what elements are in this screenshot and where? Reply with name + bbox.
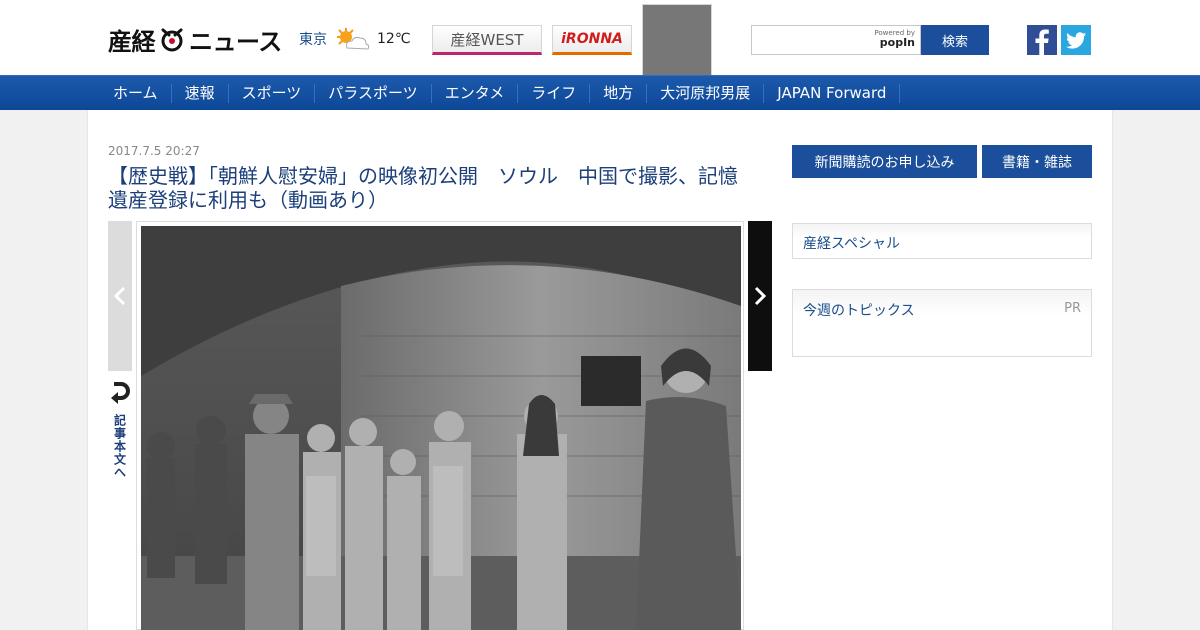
logo-mark-icon	[157, 26, 187, 52]
chevron-right-icon	[754, 286, 766, 306]
search-button[interactable]: 検索	[921, 25, 989, 55]
chevron-left-icon	[114, 286, 126, 306]
tab-sankei-west[interactable]: 産経WEST	[432, 25, 542, 55]
pr-badge: PR	[1064, 301, 1081, 316]
article-date: 2017.7.5 20:27	[108, 144, 200, 158]
article-title: 【歴史戦】「朝鮮人慰安婦」の映像初公開 ソウル 中国で撮影、記憶遺産登録に利用も…	[108, 164, 738, 212]
nav-item-entertainment[interactable]: エンタメ	[432, 84, 519, 103]
nav-item-exhibition[interactable]: 大河原邦男展	[647, 84, 765, 103]
subscribe-button[interactable]: 新聞購読のお申し込み	[792, 145, 977, 178]
weather-widget[interactable]: 東京 12℃	[299, 26, 411, 52]
logo-text-right: ニュース	[189, 27, 282, 56]
popin-logo: popIn	[879, 36, 915, 49]
main-nav: ホーム 速報 スポーツ パラスポーツ エンタメ ライフ 地方 大河原邦男展 JA…	[0, 75, 1200, 110]
twitter-icon[interactable]	[1061, 25, 1091, 55]
nav-item-life[interactable]: ライフ	[518, 84, 591, 103]
books-button[interactable]: 書籍・雑誌	[982, 145, 1092, 178]
nav-item-home[interactable]: ホーム	[100, 84, 172, 103]
nav-items: ホーム 速報 スポーツ パラスポーツ エンタメ ライフ 地方 大河原邦男展 JA…	[100, 76, 901, 111]
nav-item-para-sports[interactable]: パラスポーツ	[315, 84, 432, 103]
photo-frame	[136, 221, 744, 630]
sankei-special-label: 産経スペシャル	[803, 236, 901, 252]
facebook-icon[interactable]	[1027, 25, 1057, 55]
weather-temperature: 12℃	[377, 31, 411, 47]
search-input[interactable]: Powered by popIn	[751, 25, 921, 55]
nav-item-japan-forward[interactable]: JAPAN Forward	[764, 84, 901, 103]
ironna-logo: iRONNA	[561, 31, 623, 47]
weather-city: 東京	[299, 32, 327, 48]
nav-item-sports[interactable]: スポーツ	[229, 84, 316, 103]
to-article-label: 記事本文へ	[112, 414, 127, 479]
sankei-special-box[interactable]: 産経スペシャル	[792, 223, 1092, 259]
next-photo-button[interactable]	[748, 221, 772, 371]
article-photo[interactable]	[141, 226, 741, 630]
prev-photo-button[interactable]	[108, 221, 132, 371]
nav-item-news-flash[interactable]: 速報	[172, 84, 229, 103]
nav-item-regional[interactable]: 地方	[590, 84, 648, 103]
powered-by-label: Powered by popIn	[874, 29, 915, 49]
sun-cloud-icon	[337, 28, 370, 50]
site-logo[interactable]: 産経 ニュース	[108, 24, 282, 56]
return-arrow-icon	[111, 382, 130, 404]
logo-text-left: 産経	[108, 27, 156, 56]
weekly-topics-label[interactable]: 今週のトピックス	[803, 300, 915, 320]
site-header: 産経 ニュース 東京 12℃ 産経WEST iRONNA フォト	[0, 0, 1200, 409]
tab-ironna[interactable]: iRONNA	[552, 25, 632, 55]
weekly-topics-box: 今週のトピックス PR	[792, 289, 1092, 357]
to-article-link[interactable]: 記事本文へ	[108, 380, 132, 479]
